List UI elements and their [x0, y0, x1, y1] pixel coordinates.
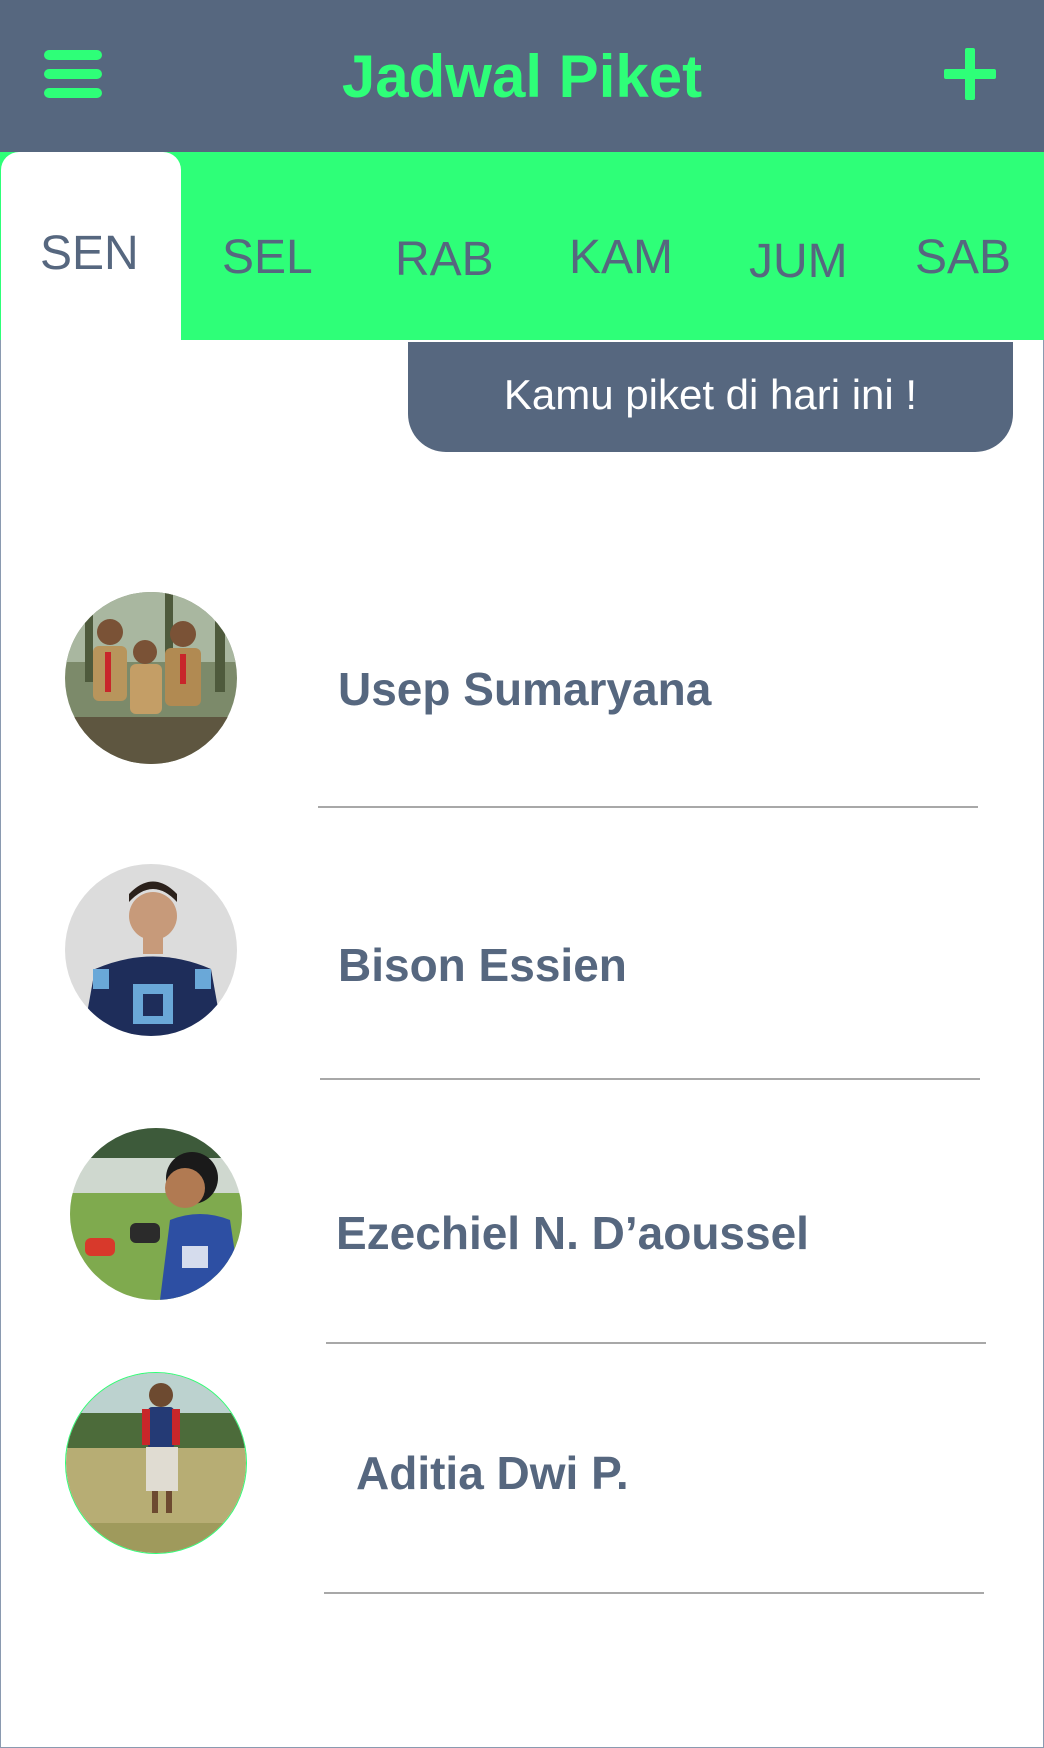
plus-icon[interactable]	[944, 48, 996, 100]
member-avatar	[65, 864, 237, 1036]
duty-banner-text: Kamu piket di hari ini !	[503, 371, 918, 418]
tab-sen[interactable]: SEN	[40, 226, 139, 282]
list-divider	[318, 806, 978, 808]
page-title: Jadwal Piket	[341, 43, 703, 110]
member-avatar	[65, 1372, 247, 1554]
duty-banner: Kamu piket di hari ini !	[408, 342, 1013, 452]
app-header: Jadwal Piket	[0, 0, 1044, 152]
member-name[interactable]: Ezechiel N. D’aoussel	[336, 1206, 809, 1260]
list-divider	[320, 1078, 980, 1080]
member-name[interactable]: Bison Essien	[338, 938, 627, 992]
tab-rab[interactable]: RAB	[395, 232, 494, 288]
tab-jum[interactable]: JUM	[749, 234, 848, 290]
tab-sab[interactable]: SAB	[915, 230, 1011, 286]
member-name[interactable]: Usep Sumaryana	[338, 662, 711, 716]
list-divider	[324, 1592, 984, 1594]
tab-kam[interactable]: KAM	[569, 230, 673, 286]
tab-sel[interactable]: SEL	[222, 230, 313, 286]
list-divider	[326, 1342, 986, 1344]
member-avatar	[65, 592, 237, 764]
member-name[interactable]: Aditia Dwi P.	[356, 1446, 629, 1500]
member-avatar	[70, 1128, 242, 1300]
